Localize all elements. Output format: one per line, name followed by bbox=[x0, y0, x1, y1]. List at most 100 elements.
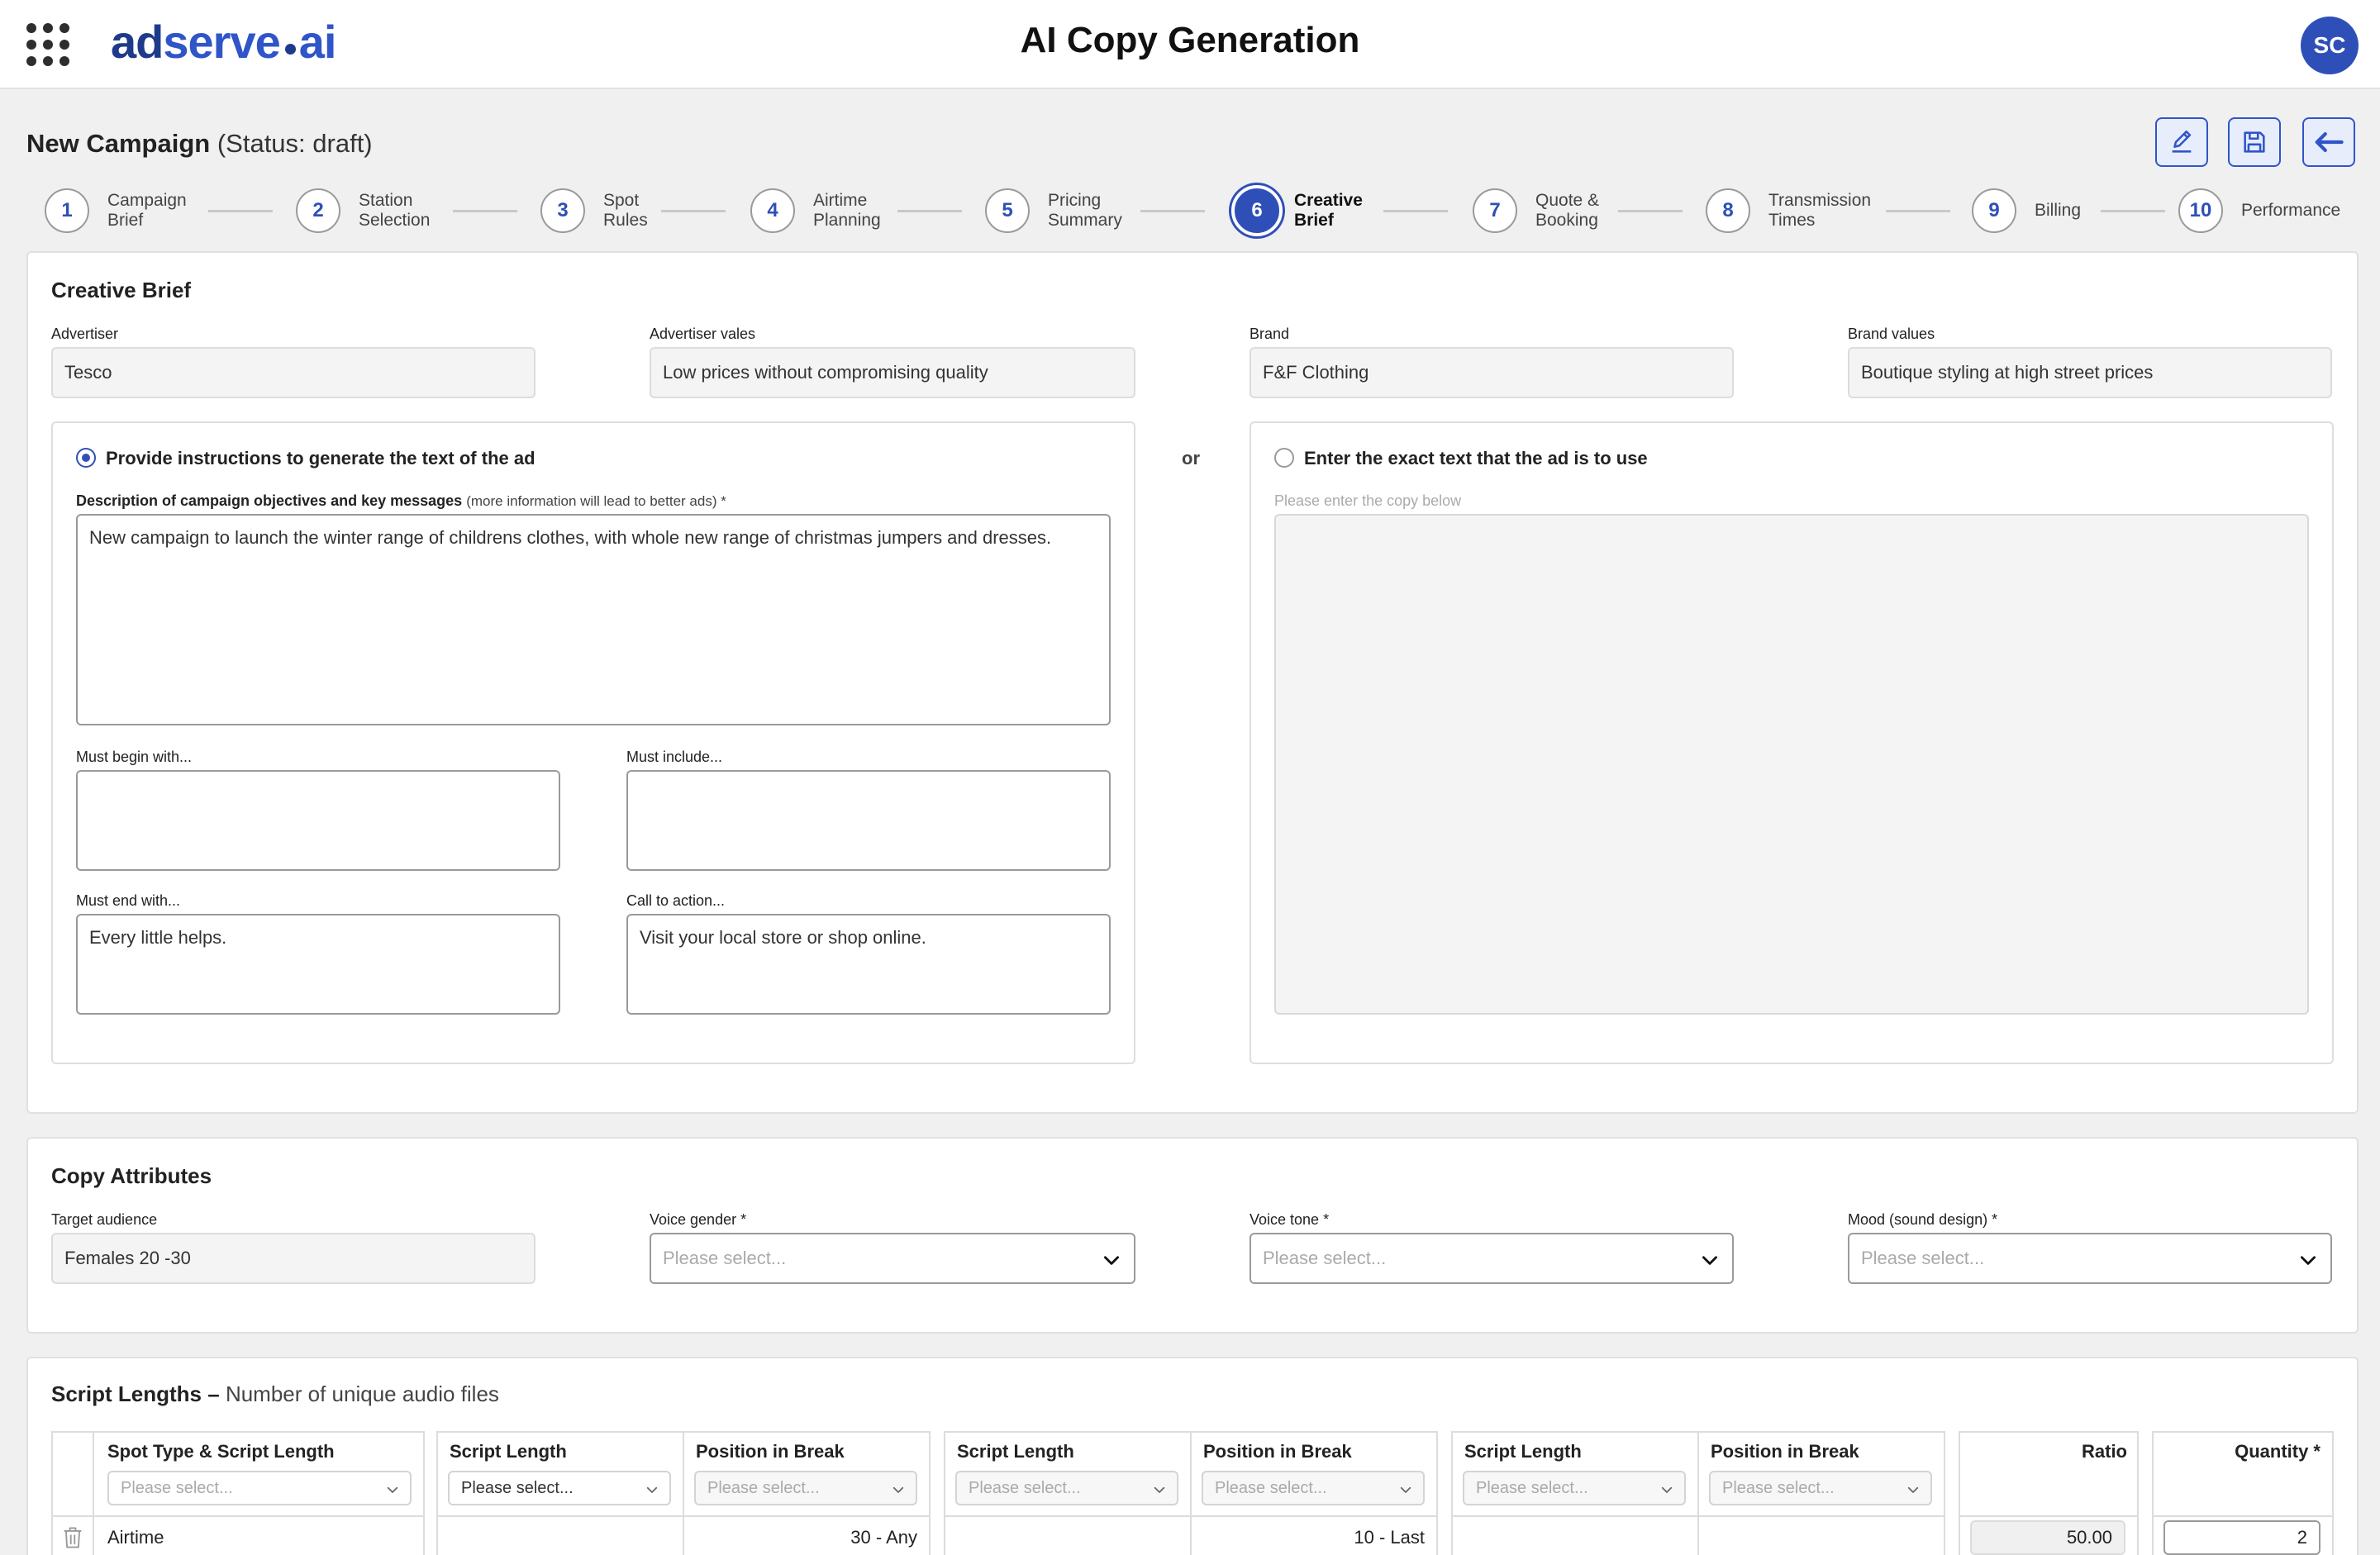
voice-gender-placeholder: Please select... bbox=[663, 1248, 787, 1268]
advertiser-label: Advertiser bbox=[51, 326, 119, 342]
header-script-length-2: Script Length bbox=[957, 1441, 1074, 1462]
must-end-textarea[interactable]: Every little helps. bbox=[76, 914, 560, 1015]
script-lengths-subtitle: Number of unique audio files bbox=[225, 1381, 499, 1406]
page-title: New Campaign (Status: draft) bbox=[26, 129, 373, 159]
instructions-radio-label[interactable]: Provide instructions to generate the tex… bbox=[106, 448, 536, 469]
arrow-left-icon bbox=[2315, 131, 2344, 153]
step-label: Performance bbox=[2241, 201, 2341, 220]
script-length-2-select[interactable]: Please select... bbox=[955, 1471, 1178, 1505]
mood-label: Mood (sound design) * bbox=[1848, 1211, 1998, 1228]
voice-tone-select[interactable]: Please select... bbox=[1250, 1233, 1734, 1284]
app-title: AI Copy Generation bbox=[1020, 20, 1360, 60]
edit-button[interactable] bbox=[2155, 117, 2208, 167]
advertiser-values-field: Low prices without compromising quality bbox=[650, 347, 1135, 398]
chevron-down-icon bbox=[1154, 1486, 1165, 1493]
step-number: 7 bbox=[1473, 188, 1517, 233]
brand-values-label: Brand values bbox=[1848, 326, 1935, 342]
voice-gender-label: Voice gender * bbox=[650, 1211, 747, 1228]
step-station-selection[interactable]: 2 Station Selection bbox=[296, 185, 430, 236]
step-campaign-brief[interactable]: 1 Campaign Brief bbox=[45, 185, 187, 236]
position-1-select[interactable]: Please select... bbox=[694, 1471, 917, 1505]
step-label: Transmission Times bbox=[1768, 191, 1872, 230]
step-label: Campaign Brief bbox=[107, 191, 187, 230]
header-position-3: Position in Break bbox=[1711, 1441, 1859, 1462]
step-quote-booking[interactable]: 7 Quote & Booking bbox=[1473, 185, 1599, 236]
chevron-down-icon bbox=[1661, 1486, 1673, 1493]
instructions-radio[interactable] bbox=[76, 448, 96, 468]
header-spot-type: Spot Type & Script Length bbox=[107, 1441, 335, 1462]
user-avatar[interactable]: SC bbox=[2301, 17, 2359, 74]
filter-placeholder: Please select... bbox=[1476, 1479, 1588, 1497]
step-transmission-times[interactable]: 8 Transmission Times bbox=[1706, 185, 1871, 236]
step-performance[interactable]: 10 Performance bbox=[2178, 185, 2340, 236]
chevron-down-icon bbox=[646, 1486, 658, 1493]
row-quantity-input[interactable]: 2 bbox=[2163, 1520, 2320, 1555]
must-begin-textarea[interactable] bbox=[76, 770, 560, 871]
trash-icon[interactable] bbox=[61, 1525, 84, 1550]
call-to-action-textarea[interactable]: Visit your local store or shop online. bbox=[626, 914, 1111, 1015]
header-position-2: Position in Break bbox=[1203, 1441, 1352, 1462]
chevron-down-icon bbox=[1104, 1256, 1119, 1265]
must-begin-label: Must begin with... bbox=[76, 749, 193, 765]
advertiser-values-label: Advertiser vales bbox=[650, 326, 756, 342]
header-script-length-1: Script Length bbox=[450, 1441, 567, 1462]
row-position-1: 10 - Last bbox=[1354, 1527, 1425, 1548]
filter-placeholder: Please select... bbox=[707, 1479, 820, 1497]
filter-placeholder: Please select... bbox=[1215, 1479, 1327, 1497]
step-billing[interactable]: 9 Billing bbox=[1972, 185, 2081, 236]
call-to-action-label: Call to action... bbox=[626, 892, 726, 909]
filter-placeholder: Please select... bbox=[121, 1479, 233, 1497]
script-length-3-select[interactable]: Please select... bbox=[1463, 1471, 1686, 1505]
row-script-length-1: 30 - Any bbox=[850, 1527, 917, 1548]
position-2-select[interactable]: Please select... bbox=[1202, 1471, 1425, 1505]
step-number: 5 bbox=[985, 188, 1030, 233]
position-3-select[interactable]: Please select... bbox=[1709, 1471, 1932, 1505]
target-audience-field: Females 20 -30 bbox=[51, 1233, 536, 1284]
chevron-down-icon bbox=[1907, 1486, 1919, 1493]
step-label: Billing bbox=[2035, 201, 2082, 220]
must-include-label: Must include... bbox=[626, 749, 723, 765]
save-button[interactable] bbox=[2228, 117, 2281, 167]
exact-text-radio[interactable] bbox=[1274, 448, 1294, 468]
step-label: Quote & Booking bbox=[1535, 191, 1600, 230]
step-number: 9 bbox=[1972, 188, 2016, 233]
brand-values-field: Boutique styling at high street prices bbox=[1848, 347, 2332, 398]
step-number: 10 bbox=[2178, 188, 2223, 233]
step-pricing-summary[interactable]: 5 Pricing Summary bbox=[985, 185, 1122, 236]
header-position-1: Position in Break bbox=[696, 1441, 845, 1462]
description-label: Description of campaign objectives and k… bbox=[76, 492, 726, 510]
description-textarea[interactable]: New campaign to launch the winter range … bbox=[76, 514, 1111, 725]
step-label: Airtime Planning bbox=[813, 191, 881, 230]
description-label-text: Description of campaign objectives and k… bbox=[76, 492, 463, 509]
creative-brief-title: Creative Brief bbox=[51, 278, 192, 302]
row-spot-type: Airtime bbox=[107, 1527, 164, 1548]
mood-select[interactable]: Please select... bbox=[1848, 1233, 2332, 1284]
header-quantity: Quantity * bbox=[2235, 1441, 2320, 1462]
voice-gender-select[interactable]: Please select... bbox=[650, 1233, 1135, 1284]
must-include-textarea[interactable] bbox=[626, 770, 1111, 871]
step-label: Station Selection bbox=[359, 191, 431, 230]
row-ratio: 50.00 bbox=[1970, 1520, 2125, 1555]
exact-copy-textarea[interactable] bbox=[1274, 514, 2309, 1015]
exact-text-radio-label[interactable]: Enter the exact text that the ad is to u… bbox=[1304, 448, 1648, 469]
step-number: 3 bbox=[540, 188, 585, 233]
voice-tone-placeholder: Please select... bbox=[1263, 1248, 1387, 1268]
or-separator: or bbox=[1182, 448, 1200, 468]
top-bar: adserve ai AI Copy Generation SC bbox=[0, 0, 2380, 89]
target-audience-label: Target audience bbox=[51, 1211, 158, 1228]
step-airtime-planning[interactable]: 4 Airtime Planning bbox=[750, 185, 881, 236]
step-spot-rules[interactable]: 3 Spot Rules bbox=[540, 185, 648, 236]
step-number: 2 bbox=[296, 188, 340, 233]
back-button[interactable] bbox=[2302, 117, 2355, 167]
campaign-status: (Status: draft) bbox=[217, 129, 373, 158]
copy-attributes-title: Copy Attributes bbox=[51, 1163, 212, 1188]
step-creative-brief[interactable]: 6 Creative Brief bbox=[1231, 185, 1363, 236]
filter-placeholder: Please select... bbox=[969, 1479, 1081, 1497]
mood-placeholder: Please select... bbox=[1861, 1248, 1985, 1268]
script-length-1-select[interactable]: Please select... bbox=[448, 1471, 671, 1505]
chevron-down-icon bbox=[2301, 1256, 2316, 1265]
spot-type-filter-select[interactable]: Please select... bbox=[107, 1471, 412, 1505]
description-hint: (more information will lead to better ad… bbox=[466, 493, 726, 509]
advertiser-field: Tesco bbox=[51, 347, 536, 398]
step-number: 1 bbox=[45, 188, 89, 233]
